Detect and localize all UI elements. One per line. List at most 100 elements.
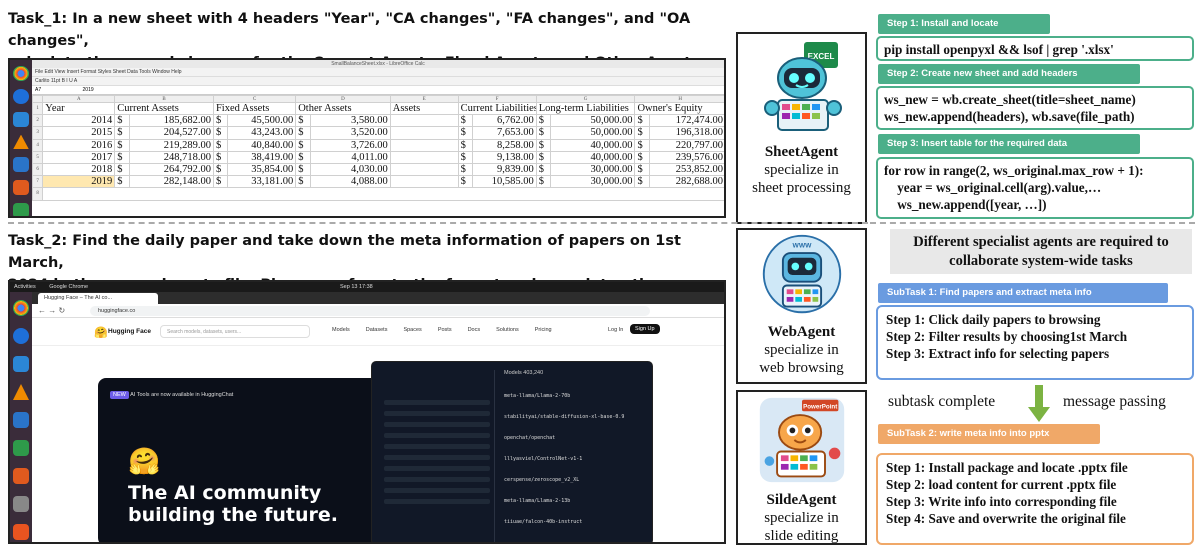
vlc-icon[interactable] <box>13 384 29 400</box>
login-link[interactable]: Log In <box>608 327 623 333</box>
writer-icon[interactable] <box>13 157 29 173</box>
calc-toolbar[interactable]: Carlito 11pt B I U A <box>32 77 724 86</box>
model-item[interactable]: lllyasviel/ControlNet-v1-1 <box>504 449 644 470</box>
data-cell[interactable]: $ <box>212 175 229 189</box>
header-cell[interactable]: Current Liabilities <box>457 101 537 116</box>
thunderbird-icon[interactable] <box>13 88 29 104</box>
thunderbird-icon[interactable] <box>13 328 29 344</box>
header-cell[interactable]: Other Assets <box>295 101 391 116</box>
data-cell[interactable]: $ <box>457 126 474 140</box>
data-cell[interactable]: 2017 <box>42 150 116 164</box>
data-cell[interactable]: 4,011.00 <box>309 150 391 164</box>
data-cell[interactable]: $ <box>535 138 552 152</box>
col-letter[interactable]: D <box>295 95 391 103</box>
data-cell[interactable]: 9,138.00 <box>472 150 537 164</box>
data-cell[interactable]: $ <box>212 114 229 128</box>
formula-value[interactable]: 2019 <box>83 87 94 93</box>
data-cell[interactable]: 8,258.00 <box>472 138 537 152</box>
formula-bar[interactable]: A7 2019 <box>32 86 724 95</box>
nav-spaces[interactable]: Spaces <box>403 327 421 333</box>
data-cell[interactable]: $ <box>535 114 552 128</box>
vlc-icon[interactable] <box>13 134 29 150</box>
data-cell[interactable]: 9,839.00 <box>472 162 537 177</box>
data-cell[interactable]: $ <box>634 138 650 152</box>
data-cell[interactable]: 219,289.00 <box>128 138 214 152</box>
data-cell[interactable]: $ <box>535 175 552 189</box>
data-cell[interactable]: 45,500.00 <box>227 114 297 128</box>
data-cell[interactable]: $ <box>634 175 650 189</box>
data-cell[interactable]: $ <box>634 126 650 140</box>
data-cell[interactable]: 2019 <box>42 175 116 189</box>
data-cell[interactable]: 204,527.00 <box>128 126 214 140</box>
data-cell[interactable] <box>389 114 459 128</box>
vscode-icon[interactable] <box>13 356 29 372</box>
header-cell[interactable]: Year <box>42 101 116 116</box>
data-cell[interactable]: $ <box>295 150 311 164</box>
writer-icon[interactable] <box>13 412 29 428</box>
data-cell[interactable]: 40,000.00 <box>550 150 636 164</box>
data-cell[interactable]: $ <box>535 162 552 177</box>
data-cell[interactable]: 239,576.00 <box>648 150 724 164</box>
data-cell[interactable]: 43,243.00 <box>227 126 297 140</box>
data-cell[interactable]: 7,653.00 <box>472 126 537 140</box>
impress-icon[interactable] <box>13 468 29 484</box>
data-cell[interactable]: 3,580.00 <box>309 114 391 128</box>
files-icon[interactable] <box>13 496 29 512</box>
nav-docs[interactable]: Docs <box>468 327 481 333</box>
data-cell[interactable]: 4,088.00 <box>309 175 391 189</box>
col-letter[interactable]: E <box>389 95 459 103</box>
data-cell[interactable]: 10,585.00 <box>472 175 537 189</box>
model-item[interactable]: meta-llama/Llama-2-13b <box>504 491 644 512</box>
data-cell[interactable]: 6,762.00 <box>472 114 537 128</box>
data-cell[interactable]: 50,000.00 <box>550 114 636 128</box>
data-cell[interactable]: $ <box>295 162 311 177</box>
url-field[interactable]: huggingface.co <box>90 306 650 316</box>
activities-label[interactable]: Activities <box>14 284 36 290</box>
data-cell[interactable]: 40,000.00 <box>550 138 636 152</box>
data-cell[interactable]: 4,030.00 <box>309 162 391 177</box>
row-number[interactable]: 1 <box>31 101 44 116</box>
row-number[interactable]: 4 <box>31 138 44 152</box>
calc-icon[interactable] <box>13 440 29 456</box>
header-cell[interactable]: Owner's Equity <box>634 101 724 116</box>
data-cell[interactable]: 35,854.00 <box>227 162 297 177</box>
data-cell[interactable]: $ <box>457 175 474 189</box>
data-cell[interactable]: $ <box>295 175 311 189</box>
signup-button[interactable]: Sign Up <box>630 324 660 334</box>
data-cell[interactable]: 253,852.00 <box>648 162 724 177</box>
data-cell[interactable]: $ <box>212 138 229 152</box>
model-item[interactable]: openchat/openchat <box>504 428 644 449</box>
header-cell[interactable]: Current Assets <box>114 101 214 116</box>
data-cell[interactable]: $ <box>634 114 650 128</box>
data-cell[interactable]: 264,792.00 <box>128 162 214 177</box>
empty-cells[interactable] <box>42 187 724 201</box>
data-cell[interactable]: $ <box>457 162 474 177</box>
data-cell[interactable]: 2018 <box>42 162 116 177</box>
nav-posts[interactable]: Posts <box>438 327 452 333</box>
data-cell[interactable]: $ <box>295 126 311 140</box>
data-cell[interactable]: $ <box>212 162 229 177</box>
data-cell[interactable]: $ <box>114 150 130 164</box>
row-number[interactable]: 6 <box>31 162 44 177</box>
data-cell[interactable]: 50,000.00 <box>550 126 636 140</box>
nav-models[interactable]: Models <box>332 327 350 333</box>
data-cell[interactable]: 282,148.00 <box>128 175 214 189</box>
data-cell[interactable] <box>389 150 459 164</box>
data-cell[interactable]: 2015 <box>42 126 116 140</box>
data-cell[interactable]: $ <box>114 162 130 177</box>
chrome-icon[interactable] <box>13 300 29 316</box>
col-letter[interactable]: H <box>634 95 724 103</box>
model-item[interactable]: meta-llama/Llama-2-70b <box>504 386 644 407</box>
announcement-banner[interactable]: NEW AI Tools are now available in Huggin… <box>110 391 233 399</box>
data-cell[interactable] <box>389 162 459 177</box>
hf-search-input[interactable]: Search models, datasets, users... <box>160 325 310 338</box>
data-cell[interactable] <box>389 175 459 189</box>
data-cell[interactable]: $ <box>457 138 474 152</box>
row-number[interactable]: 8 <box>31 187 44 201</box>
row-number[interactable]: 5 <box>31 150 44 164</box>
data-cell[interactable] <box>389 126 459 140</box>
vscode-icon[interactable] <box>13 111 29 127</box>
data-cell[interactable]: $ <box>634 150 650 164</box>
data-cell[interactable]: $ <box>114 138 130 152</box>
row-number[interactable]: 3 <box>31 126 44 140</box>
